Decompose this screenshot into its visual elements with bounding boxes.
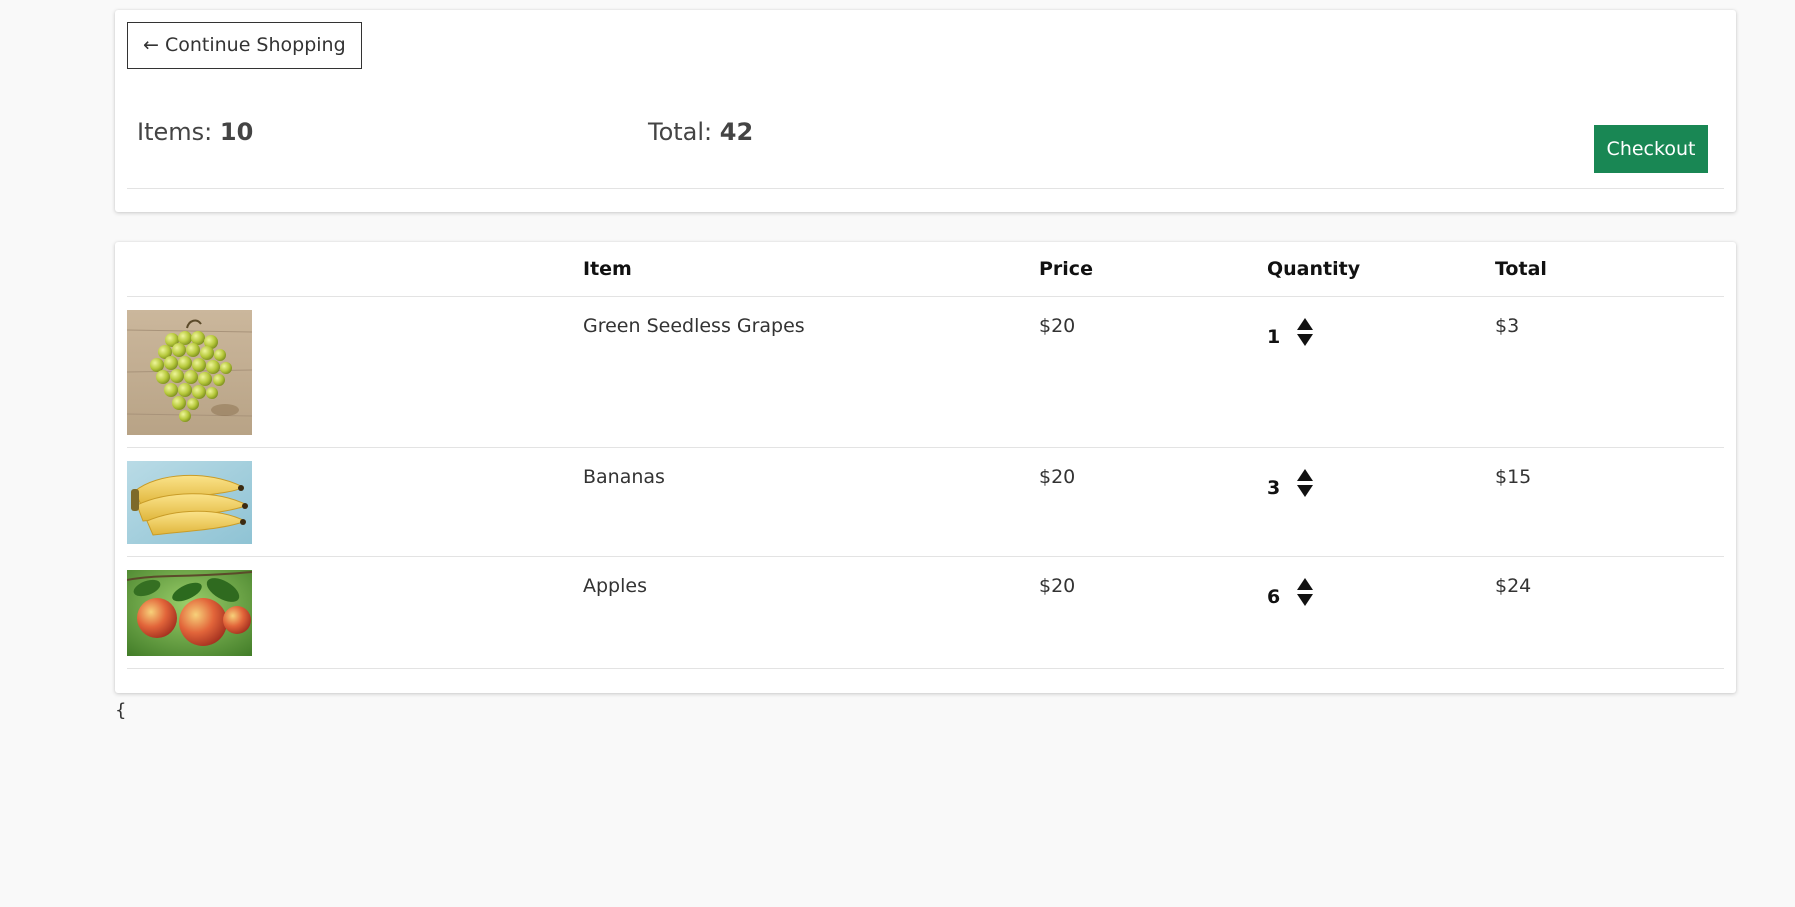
items-count: Items: 10 bbox=[137, 118, 253, 146]
item-name: Apples bbox=[583, 575, 647, 597]
items-value: 10 bbox=[219, 118, 254, 146]
quantity-value: 3 bbox=[1267, 477, 1281, 499]
item-price: $20 bbox=[1039, 315, 1076, 337]
header-item: Item bbox=[583, 242, 1039, 297]
quantity-arrows bbox=[1297, 318, 1313, 346]
stray-text: { bbox=[115, 700, 127, 721]
table-row: Green Seedless Grapes $20 1 $3 bbox=[127, 296, 1724, 448]
grapes-image bbox=[127, 310, 252, 435]
total-label: Total: bbox=[648, 118, 713, 146]
bananas-image bbox=[127, 461, 252, 544]
cart-summary-card: ← Continue Shopping Items: 10 Total: 42 … bbox=[115, 10, 1736, 212]
quantity-stepper: 3 bbox=[1267, 448, 1495, 499]
quantity-stepper: 6 bbox=[1267, 557, 1495, 608]
cart-page: ← Continue Shopping Items: 10 Total: 42 … bbox=[115, 10, 1736, 693]
cart-table-card: Item Price Quantity Total Green Seedless… bbox=[115, 242, 1736, 693]
header-price: Price bbox=[1039, 242, 1267, 297]
item-total: $15 bbox=[1495, 466, 1532, 488]
arrow-down-icon[interactable] bbox=[1297, 334, 1313, 346]
apples-image bbox=[127, 570, 252, 656]
summary-row: Items: 10 Total: 42 Checkout bbox=[127, 102, 1724, 189]
arrow-down-icon[interactable] bbox=[1297, 485, 1313, 497]
arrow-up-icon[interactable] bbox=[1297, 578, 1313, 590]
item-total: $24 bbox=[1495, 575, 1532, 597]
cart-total: Total: 42 bbox=[648, 118, 753, 146]
header-quantity: Quantity bbox=[1267, 242, 1495, 297]
items-label: Items: bbox=[137, 118, 213, 146]
item-name: Green Seedless Grapes bbox=[583, 315, 805, 337]
arrow-up-icon[interactable] bbox=[1297, 318, 1313, 330]
quantity-stepper: 1 bbox=[1267, 297, 1495, 348]
quantity-value: 1 bbox=[1267, 326, 1281, 348]
table-row: Apples $20 6 $24 bbox=[127, 556, 1724, 669]
quantity-arrows bbox=[1297, 469, 1313, 497]
arrow-up-icon[interactable] bbox=[1297, 469, 1313, 481]
header-total: Total bbox=[1495, 242, 1724, 297]
quantity-value: 6 bbox=[1267, 586, 1281, 608]
table-header-row: Item Price Quantity Total bbox=[127, 242, 1724, 297]
header-image bbox=[127, 242, 583, 297]
item-name: Bananas bbox=[583, 466, 665, 488]
item-total: $3 bbox=[1495, 315, 1520, 337]
item-price: $20 bbox=[1039, 466, 1076, 488]
quantity-arrows bbox=[1297, 578, 1313, 606]
item-price: $20 bbox=[1039, 575, 1076, 597]
checkout-button[interactable]: Checkout bbox=[1594, 125, 1708, 173]
continue-shopping-button[interactable]: ← Continue Shopping bbox=[127, 22, 362, 69]
arrow-down-icon[interactable] bbox=[1297, 594, 1313, 606]
cart-table: Item Price Quantity Total Green Seedless… bbox=[127, 242, 1724, 669]
total-value: 42 bbox=[719, 118, 754, 146]
table-row: Bananas $20 3 $15 bbox=[127, 447, 1724, 557]
